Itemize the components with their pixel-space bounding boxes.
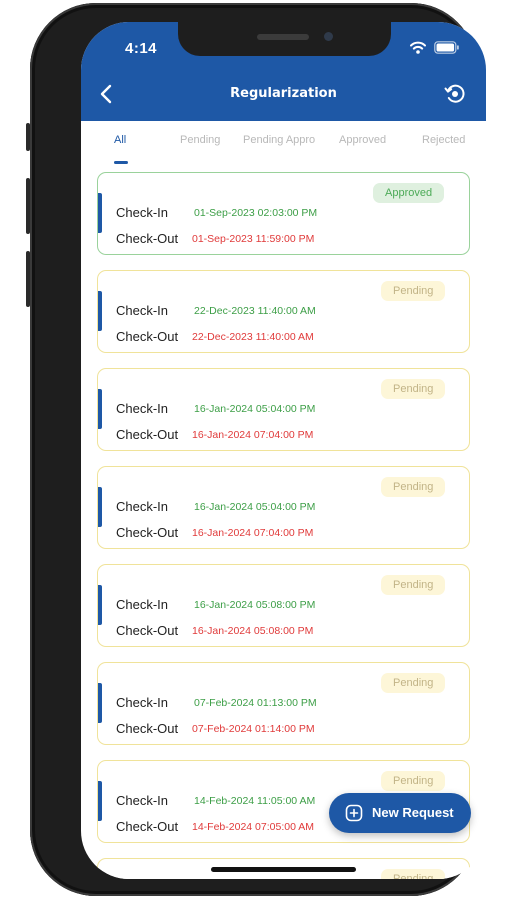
check-in-label: Check-In — [116, 597, 169, 612]
app-screen: 4:14 Regularization All Pending Pending … — [81, 22, 486, 879]
check-in-label: Check-In — [116, 303, 169, 318]
status-badge: Pending — [381, 379, 446, 399]
check-in-label: Check-In — [116, 401, 169, 416]
check-in-value: 07-Feb-2024 01:13:00 PM — [194, 697, 317, 709]
card-accent-bar — [98, 781, 102, 821]
check-out-label: Check-Out — [116, 329, 179, 344]
status-badge: Pending — [381, 869, 446, 879]
check-out-label: Check-Out — [116, 819, 179, 834]
check-out-value: 07-Feb-2024 01:14:00 PM — [192, 723, 315, 735]
home-indicator[interactable] — [211, 867, 356, 872]
check-in-label: Check-In — [116, 499, 169, 514]
phone-action-button — [26, 123, 30, 151]
check-out-value: 16-Jan-2024 07:04:00 PM — [192, 527, 314, 539]
status-badge: Pending — [381, 673, 446, 693]
battery-icon — [434, 41, 459, 54]
check-in-value: 16-Jan-2024 05:04:00 PM — [194, 501, 316, 513]
check-in-value: 01-Sep-2023 02:03:00 PM — [194, 207, 318, 219]
status-icons — [404, 41, 464, 55]
phone-frame: 4:14 Regularization All Pending Pending … — [26, 3, 486, 896]
check-in-value: 22-Dec-2023 11:40:00 AM — [194, 305, 316, 317]
card-accent-bar — [98, 291, 102, 331]
card-accent-bar — [98, 683, 102, 723]
new-request-label: New Request — [372, 805, 454, 820]
tab-rejected[interactable]: Rejected — [422, 134, 465, 146]
status-time: 4:14 — [125, 40, 158, 57]
check-in-label: Check-In — [116, 695, 169, 710]
phone-volume-up-button — [26, 178, 30, 234]
regularization-card[interactable]: Pending Check-In 07-Feb-2024 01:13:00 PM… — [97, 662, 470, 745]
active-tab-indicator — [114, 161, 128, 164]
card-accent-bar — [98, 585, 102, 625]
history-icon — [444, 84, 465, 103]
status-badge: Pending — [381, 771, 446, 791]
phone-volume-down-button — [26, 251, 30, 307]
tab-approved[interactable]: Approved — [339, 134, 386, 146]
status-badge: Pending — [381, 477, 446, 497]
status-tabs: All Pending Pending Appro Approved Rejec… — [81, 121, 486, 167]
regularization-card[interactable]: Pending Check-In 16-Jan-2024 05:04:00 PM… — [97, 466, 470, 549]
card-accent-bar — [98, 193, 102, 233]
check-in-label: Check-In — [116, 205, 169, 220]
regularization-card[interactable]: Pending Check-In 22-Dec-2023 11:40:00 AM… — [97, 270, 470, 353]
check-out-value: 22-Dec-2023 11:40:00 AM — [192, 331, 314, 343]
check-out-value: 01-Sep-2023 11:59:00 PM — [192, 233, 315, 245]
check-in-value: 14-Feb-2024 11:05:00 AM — [194, 795, 316, 807]
card-accent-bar — [98, 389, 102, 429]
plus-square-icon — [345, 804, 363, 822]
status-badge: Pending — [381, 281, 446, 301]
dynamic-notch — [178, 22, 391, 56]
new-request-button[interactable]: New Request — [329, 793, 471, 833]
wifi-icon — [410, 41, 426, 54]
front-camera — [324, 32, 333, 41]
tab-pending[interactable]: Pending — [180, 134, 220, 146]
history-button[interactable] — [443, 82, 467, 106]
check-out-value: 16-Jan-2024 07:04:00 PM — [192, 429, 314, 441]
check-out-label: Check-Out — [116, 525, 179, 540]
tab-all[interactable]: All — [114, 134, 126, 146]
check-out-value: 16-Jan-2024 05:08:00 PM — [192, 625, 314, 637]
card-accent-bar — [98, 487, 102, 527]
check-in-label: Check-In — [116, 793, 169, 808]
check-out-value: 14-Feb-2024 07:05:00 AM — [192, 821, 315, 833]
regularization-card[interactable]: Approved Check-In 01-Sep-2023 02:03:00 P… — [97, 172, 470, 255]
app-header: 4:14 Regularization — [81, 22, 486, 121]
page-title: Regularization — [230, 86, 337, 101]
tab-pending-approval[interactable]: Pending Appro — [243, 134, 315, 146]
check-out-label: Check-Out — [116, 231, 179, 246]
check-out-label: Check-Out — [116, 721, 179, 736]
check-out-label: Check-Out — [116, 427, 179, 442]
regularization-card[interactable]: Pending Check-In 16-Jan-2024 05:04:00 PM… — [97, 368, 470, 451]
regularization-list: Approved Check-In 01-Sep-2023 02:03:00 P… — [81, 170, 486, 879]
stage: 4:14 Regularization All Pending Pending … — [0, 0, 507, 900]
status-badge: Approved — [373, 183, 445, 203]
check-in-value: 16-Jan-2024 05:04:00 PM — [194, 403, 316, 415]
check-out-label: Check-Out — [116, 623, 179, 638]
status-badge: Pending — [381, 575, 446, 595]
check-in-value: 16-Jan-2024 05:08:00 PM — [194, 599, 316, 611]
speaker-grille — [257, 34, 309, 40]
regularization-card[interactable]: Pending Check-In 16-Jan-2024 05:08:00 PM… — [97, 564, 470, 647]
